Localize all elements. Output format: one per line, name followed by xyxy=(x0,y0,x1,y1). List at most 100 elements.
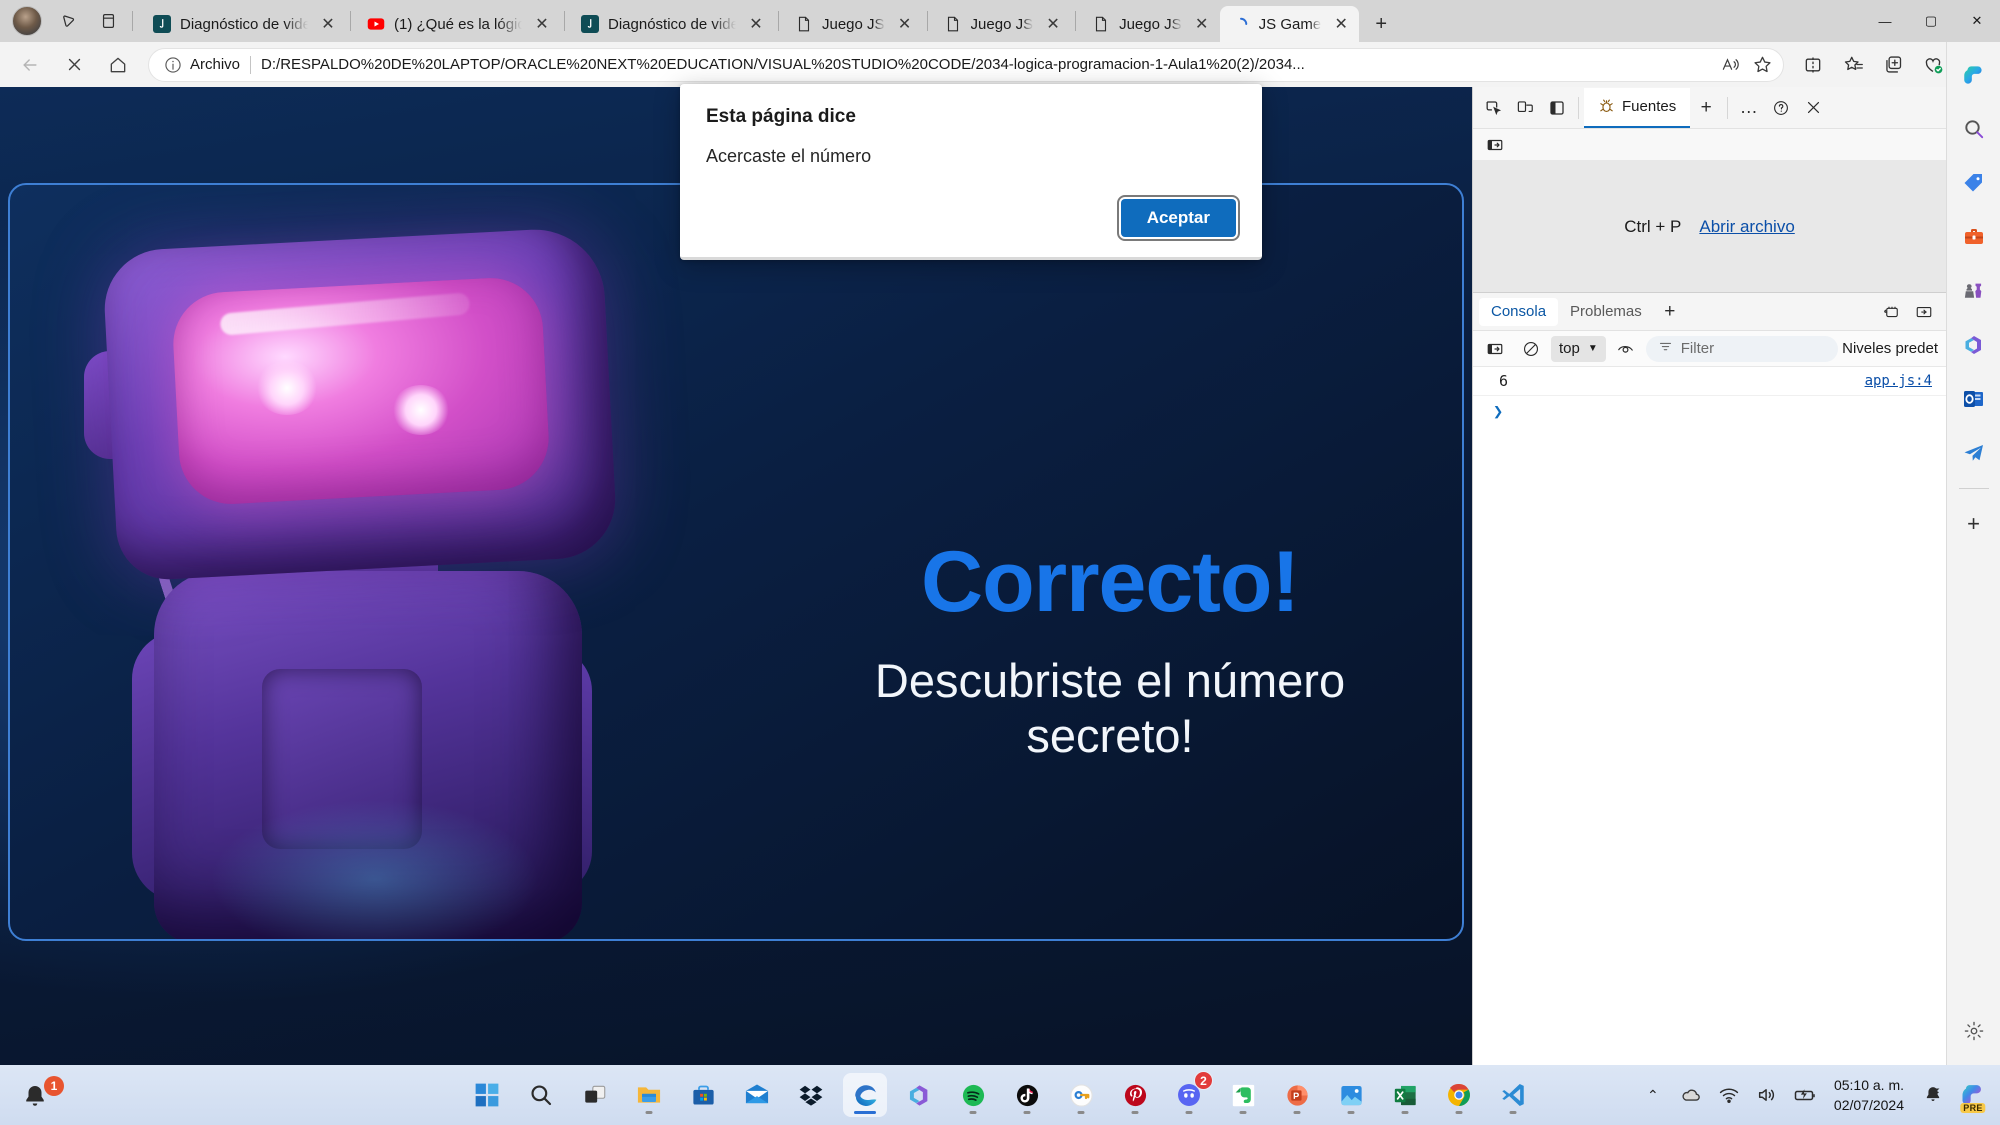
pinterest[interactable] xyxy=(1113,1073,1157,1117)
shopping-tag-icon[interactable] xyxy=(1954,163,1994,203)
show-hidden-icons-button[interactable]: ⌃ xyxy=(1636,1075,1670,1115)
browser-tab-3[interactable]: Juego JS ✕ xyxy=(783,6,923,42)
console-levels-selector[interactable]: Niveles predet xyxy=(1842,340,1940,357)
tab-problemas[interactable]: Problemas xyxy=(1558,298,1654,326)
tools-icon[interactable] xyxy=(1954,217,1994,257)
mail[interactable] xyxy=(735,1073,779,1117)
browser-tab-1[interactable]: (1) ¿Qué es la lógica ✕ xyxy=(355,6,560,42)
onedrive-icon[interactable] xyxy=(1674,1075,1708,1115)
window-minimize-button[interactable]: — xyxy=(1862,0,1908,42)
new-tab-button[interactable]: + xyxy=(1365,8,1397,40)
tab-close-button[interactable]: ✕ xyxy=(1329,12,1353,36)
open-file-link[interactable]: Abrir archivo xyxy=(1699,217,1794,237)
task-view-button[interactable] xyxy=(573,1073,617,1117)
tab-close-button[interactable]: ✕ xyxy=(316,12,340,36)
active-indicator xyxy=(854,1111,876,1114)
add-drawer-tab-button[interactable]: + xyxy=(1654,297,1686,327)
telegram-icon[interactable] xyxy=(1954,433,1994,473)
tab-consola[interactable]: Consola xyxy=(1479,297,1559,326)
notification-bell-button[interactable]: 1 xyxy=(18,1072,64,1118)
device-emulation-icon[interactable] xyxy=(1509,93,1541,123)
split-screen-icon[interactable] xyxy=(91,4,125,38)
dialog-message: Acercaste el número xyxy=(706,146,872,166)
home-icon[interactable] xyxy=(100,47,136,83)
start-button[interactable] xyxy=(465,1073,509,1117)
dropbox[interactable] xyxy=(789,1073,833,1117)
window-maximize-button[interactable]: ▢ xyxy=(1908,0,1954,42)
tab-close-button[interactable]: ✕ xyxy=(1190,12,1214,36)
browser-tab-2[interactable]: Diagnóstico de vide ✕ xyxy=(569,6,774,42)
tab-actions-icon[interactable] xyxy=(51,4,85,38)
sidebar-add-button[interactable]: + xyxy=(1954,504,1994,544)
devtools-toolbar-divider-2 xyxy=(1727,96,1729,119)
visual-studio-code[interactable] xyxy=(1491,1073,1535,1117)
browser-tab-5[interactable]: Juego JS ✕ xyxy=(1080,6,1220,42)
browser-tab-6-active[interactable]: JS Game ✕ xyxy=(1219,6,1360,42)
site-info-icon[interactable] xyxy=(163,55,183,75)
url-text[interactable]: D:/RESPALDO%20DE%20LAPTOP/ORACLE%20NEXT%… xyxy=(261,56,1713,73)
console-filter-input[interactable]: Filter xyxy=(1645,335,1839,362)
evernote[interactable] xyxy=(1221,1073,1265,1117)
console-settings-icon[interactable] xyxy=(1876,297,1908,327)
execution-context-selector[interactable]: top ▼ xyxy=(1551,335,1606,362)
file-explorer[interactable] xyxy=(627,1073,671,1117)
microsoft-365-icon[interactable] xyxy=(1954,325,1994,365)
profile-avatar[interactable] xyxy=(12,6,42,36)
volume-icon[interactable] xyxy=(1750,1075,1784,1115)
inspect-element-icon[interactable] xyxy=(1477,93,1509,123)
address-bar[interactable]: Archivo D:/RESPALDO%20DE%20LAPTOP/ORACLE… xyxy=(148,47,1784,82)
omnibox-actions xyxy=(1713,50,1777,80)
tiktok[interactable] xyxy=(1005,1073,1049,1117)
split-screen-button[interactable] xyxy=(1794,47,1832,83)
photos[interactable] xyxy=(1329,1073,1373,1117)
browser-tab-4[interactable]: Juego JS ✕ xyxy=(932,6,1072,42)
password-manager[interactable] xyxy=(1059,1073,1103,1117)
sidebar-settings-icon[interactable] xyxy=(1954,1011,1994,1051)
browser-tab-0[interactable]: Diagnóstico de vide ✕ xyxy=(141,6,346,42)
copilot-tray-icon[interactable]: PRE xyxy=(1954,1076,1992,1114)
powerpoint[interactable] xyxy=(1275,1073,1319,1117)
live-expression-icon[interactable] xyxy=(1610,334,1642,364)
more-tools-button[interactable]: … xyxy=(1733,93,1765,123)
stop-loading-button[interactable] xyxy=(56,47,92,83)
back-button[interactable] xyxy=(12,47,48,83)
notifications-bell-icon[interactable] xyxy=(1916,1075,1950,1115)
console-input-prompt[interactable]: ❯ xyxy=(1473,396,1946,428)
excel[interactable] xyxy=(1383,1073,1427,1117)
microsoft-edge[interactable] xyxy=(843,1073,887,1117)
dock-side-icon[interactable] xyxy=(1908,297,1940,327)
discord[interactable]: 2 xyxy=(1167,1071,1213,1117)
read-aloud-icon[interactable] xyxy=(1715,50,1745,80)
spotify[interactable] xyxy=(951,1073,995,1117)
show-navigator-icon[interactable] xyxy=(1479,130,1511,160)
favorites-button[interactable] xyxy=(1834,47,1872,83)
help-icon[interactable] xyxy=(1765,93,1797,123)
tab-close-button[interactable]: ✕ xyxy=(530,12,554,36)
games-icon[interactable] xyxy=(1954,271,1994,311)
microsoft-store[interactable] xyxy=(681,1073,725,1117)
copilot-icon[interactable] xyxy=(1954,55,1994,95)
tab-close-button[interactable]: ✕ xyxy=(744,12,768,36)
toggle-sidebar-icon[interactable] xyxy=(1541,93,1573,123)
tab-fuentes[interactable]: Fuentes xyxy=(1584,87,1691,128)
google-chrome[interactable] xyxy=(1437,1073,1481,1117)
clock[interactable]: 05:10 a. m. 02/07/2024 xyxy=(1826,1075,1912,1116)
tab-close-button[interactable]: ✕ xyxy=(1041,12,1065,36)
accept-button[interactable]: Aceptar xyxy=(1116,195,1241,241)
console-row[interactable]: 6 app.js:4 xyxy=(1473,367,1946,396)
clear-console-icon[interactable] xyxy=(1515,334,1547,364)
microsoft-365[interactable] xyxy=(897,1073,941,1117)
search-icon[interactable] xyxy=(1954,109,1994,149)
console-sidebar-icon[interactable] xyxy=(1479,334,1511,364)
add-panel-button[interactable]: + xyxy=(1690,93,1722,123)
console-message-source[interactable]: app.js:4 xyxy=(1865,373,1932,389)
close-devtools-icon[interactable] xyxy=(1797,93,1829,123)
outlook-icon[interactable] xyxy=(1954,379,1994,419)
battery-charging-icon[interactable] xyxy=(1788,1075,1822,1115)
window-close-button[interactable]: ✕ xyxy=(1954,0,2000,42)
tab-close-button[interactable]: ✕ xyxy=(893,12,917,36)
collections-button[interactable] xyxy=(1874,47,1912,83)
add-favorite-icon[interactable] xyxy=(1747,50,1777,80)
wifi-icon[interactable] xyxy=(1712,1075,1746,1115)
search-button[interactable] xyxy=(519,1073,563,1117)
